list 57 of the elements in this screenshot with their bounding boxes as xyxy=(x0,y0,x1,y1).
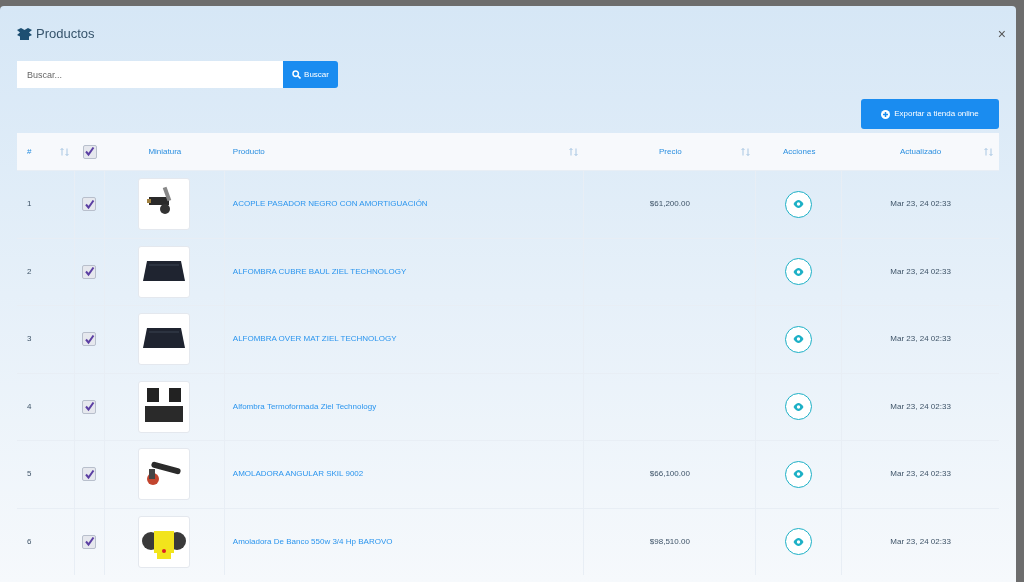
row-number: 4 xyxy=(27,400,32,413)
sort-icon[interactable] xyxy=(741,147,751,156)
product-link[interactable]: Amoladora De Banco 550w 3/4 Hp BAROVO xyxy=(232,535,393,548)
eye-icon xyxy=(793,200,805,209)
plus-icon xyxy=(881,109,891,119)
product-link[interactable]: AMOLADORA ANGULAR SKIL 9002 xyxy=(232,468,364,481)
column-header[interactable]: Acciones xyxy=(783,145,816,158)
product-link[interactable]: ACOPLE PASADOR NEGRO CON AMORTIGUACIÓN xyxy=(232,198,428,211)
search-field[interactable]: Buscar... xyxy=(17,61,283,88)
eye-icon xyxy=(793,402,805,411)
price-text: $66,100.00 xyxy=(649,468,690,481)
row-number: 2 xyxy=(27,265,32,278)
sort-icon[interactable] xyxy=(59,147,69,156)
column-header[interactable]: Precio xyxy=(659,145,682,158)
eye-icon xyxy=(793,267,805,276)
price-text: $61,200.00 xyxy=(649,198,690,211)
close-button[interactable]: × xyxy=(997,27,1006,41)
sort-icon[interactable] xyxy=(984,147,993,156)
eye-icon xyxy=(793,537,805,546)
eye-icon xyxy=(793,335,805,344)
column-header[interactable]: Miniatura xyxy=(148,145,182,158)
column-header[interactable]: Actualizado xyxy=(899,145,942,158)
eye-icon xyxy=(793,470,805,479)
row-number: 3 xyxy=(27,333,32,346)
column-header[interactable]: Producto xyxy=(232,145,265,158)
checkbox[interactable] xyxy=(82,534,97,549)
updated-date: Mar 23, 24 02:33 xyxy=(890,265,951,278)
price-text: $98,510.00 xyxy=(649,535,690,548)
export-button[interactable]: Exportar a tienda online xyxy=(861,99,999,129)
search-icon xyxy=(292,70,302,79)
checkbox[interactable] xyxy=(82,197,97,212)
product-link[interactable]: Alfombra Termoformada Ziel Technology xyxy=(232,400,377,413)
row-number: 5 xyxy=(27,468,32,481)
checkbox[interactable] xyxy=(82,399,97,414)
view-button[interactable] xyxy=(785,528,813,556)
sort-icon[interactable] xyxy=(569,147,579,156)
view-button[interactable] xyxy=(785,393,813,421)
row-number: 6 xyxy=(27,535,32,548)
view-button[interactable] xyxy=(785,258,813,286)
checkbox[interactable] xyxy=(82,144,97,159)
updated-date: Mar 23, 24 02:33 xyxy=(890,468,951,481)
updated-date: Mar 23, 24 02:33 xyxy=(890,198,951,211)
updated-date: Mar 23, 24 02:33 xyxy=(890,400,951,413)
checkbox[interactable] xyxy=(82,467,97,482)
product-link[interactable]: ALFOMBRA CUBRE BAUL ZIEL TECHNOLOGY xyxy=(232,265,407,278)
view-button[interactable] xyxy=(785,190,813,218)
checkbox[interactable] xyxy=(82,264,97,279)
row-number: 1 xyxy=(27,198,32,211)
view-button[interactable] xyxy=(785,460,813,488)
modal-title: Productos xyxy=(36,25,95,44)
updated-date: Mar 23, 24 02:33 xyxy=(890,535,951,548)
search-button[interactable]: Buscar xyxy=(283,61,338,88)
updated-date: Mar 23, 24 02:33 xyxy=(890,333,951,346)
column-header[interactable]: # xyxy=(27,145,32,158)
view-button[interactable] xyxy=(785,325,813,353)
checkbox[interactable] xyxy=(82,332,97,347)
product-link[interactable]: ALFOMBRA OVER MAT ZIEL TECHNOLOGY xyxy=(232,333,397,346)
